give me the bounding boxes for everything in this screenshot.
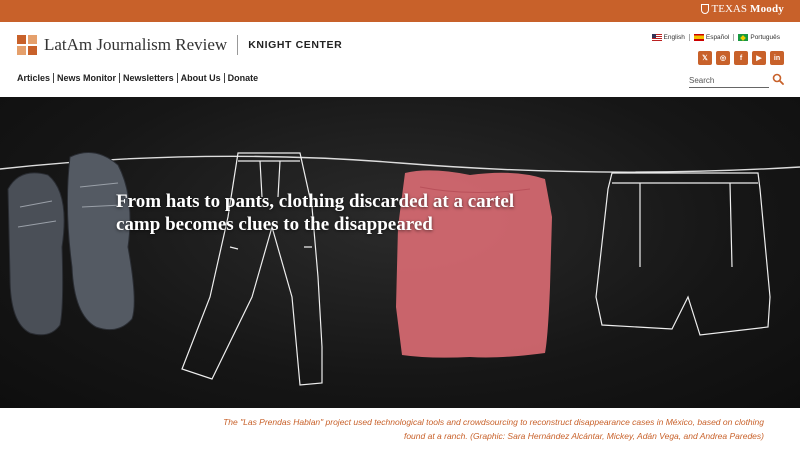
spain-flag-icon [693, 34, 704, 41]
longhorn-shield-icon [700, 4, 709, 14]
language-switcher: English Español Português [648, 34, 784, 41]
language-label: Português [750, 34, 780, 41]
shorts-illustration [595, 172, 771, 336]
facebook-icon[interactable]: f [734, 51, 748, 65]
image-caption: The "Las Prendas Hablan" project used te… [223, 417, 764, 441]
x-icon[interactable]: 𝕏 [698, 51, 712, 65]
search-icon[interactable] [772, 73, 784, 85]
logo-mark-icon [17, 35, 37, 55]
jeans-illustration [181, 152, 323, 386]
site-name: LatAm Journalism Review [44, 35, 228, 54]
site-logo[interactable]: LatAm Journalism Review KNIGHT CENTER [17, 35, 342, 55]
moody-label: Moody [750, 3, 784, 15]
main-nav: Articles News Monitor Newsletters About … [17, 73, 261, 83]
knight-center-logo[interactable]: KNIGHT CENTER [248, 39, 342, 51]
language-spanish[interactable]: Español [688, 34, 734, 41]
youtube-icon[interactable]: ▶ [752, 51, 766, 65]
language-portuguese[interactable]: Português [733, 34, 784, 41]
nav-news-monitor[interactable]: News Monitor [53, 73, 119, 83]
social-links: 𝕏 ◎ f ▶ in [698, 51, 784, 65]
texas-moody-link[interactable]: TEXAS Moody [700, 3, 784, 15]
us-flag-icon [651, 34, 662, 41]
search-input[interactable]: Search [689, 72, 769, 88]
linkedin-icon[interactable]: in [770, 51, 784, 65]
article-headline[interactable]: From hats to pants, clothing discarded a… [116, 190, 536, 236]
nav-donate[interactable]: Donate [223, 73, 262, 83]
language-english[interactable]: English [648, 34, 689, 41]
logo-divider [237, 35, 239, 55]
brazil-flag-icon [738, 34, 749, 41]
texas-label: TEXAS [711, 3, 747, 15]
hero-image[interactable]: From hats to pants, clothing discarded a… [0, 97, 800, 408]
nav-newsletters[interactable]: Newsletters [119, 73, 177, 83]
top-bar: TEXAS Moody [0, 0, 800, 22]
language-label: English [663, 34, 685, 41]
nav-articles[interactable]: Articles [17, 73, 53, 83]
language-label: Español [705, 34, 730, 41]
clothesline-illustration [0, 152, 800, 386]
instagram-icon[interactable]: ◎ [716, 51, 730, 65]
sneakers-illustration [7, 152, 135, 336]
nav-about-us[interactable]: About Us [176, 73, 224, 83]
